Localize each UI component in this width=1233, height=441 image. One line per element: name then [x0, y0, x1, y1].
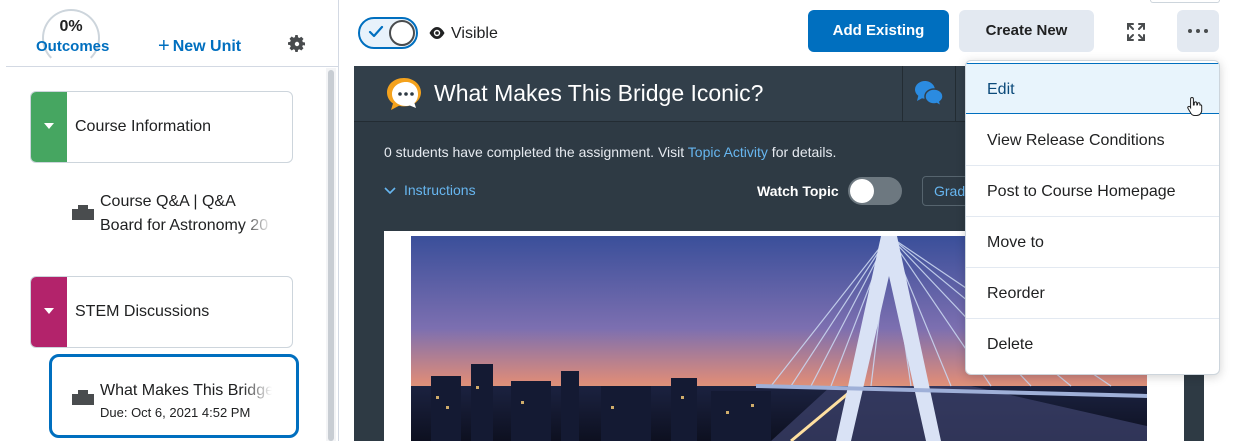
unit-stem-discussions[interactable]: STEM Discussions [30, 276, 293, 348]
text-fade [242, 379, 272, 403]
sidebar-divider [338, 0, 339, 441]
completion-text: 0 students have completed the assignment… [384, 144, 688, 160]
sidebar-header-divider [6, 66, 338, 67]
more-options-icon [1188, 29, 1208, 33]
menu-item-view-release-conditions[interactable]: View Release Conditions [966, 115, 1219, 166]
create-new-button[interactable]: Create New [959, 10, 1094, 52]
sidebar-scrollbar-thumb[interactable] [328, 70, 334, 441]
unit-label: STEM Discussions [75, 303, 210, 320]
menu-item-reorder[interactable]: Reorder [966, 268, 1219, 319]
topic-what-makes-this-bridge[interactable]: What Makes This Bridge Due: Oct 6, 2021 … [50, 379, 300, 422]
unit-course-information[interactable]: Course Information [30, 91, 293, 163]
menu-item-move-to[interactable]: Move to [966, 217, 1219, 268]
chevron-down-icon [384, 187, 396, 195]
menu-anchor-edge [1150, 0, 1220, 3]
visibility-label: Visible [451, 25, 498, 42]
chat-bubbles-icon[interactable] [914, 79, 944, 107]
instructions-toggle[interactable]: Instructions [384, 182, 476, 198]
caret-down-icon[interactable] [44, 308, 54, 314]
fullscreen-icon[interactable] [1126, 22, 1146, 42]
caret-down-icon[interactable] [44, 123, 54, 129]
topic-due-date: Due: Oct 6, 2021 4:52 PM [100, 405, 251, 420]
more-options-menu: Edit View Release Conditions Post to Cou… [965, 60, 1220, 375]
toggle-knob [850, 179, 874, 203]
toggle-knob [389, 20, 415, 46]
unit-color-stripe [31, 277, 67, 347]
unit-color-stripe [31, 92, 67, 162]
watch-topic-label: Watch Topic [757, 183, 839, 199]
menu-item-post-to-course-homepage[interactable]: Post to Course Homepage [966, 166, 1219, 217]
new-unit-button[interactable]: + New Unit [158, 34, 241, 57]
topic-title-line1: Course Q&A | Q&A [100, 193, 236, 210]
add-existing-button[interactable]: Add Existing [808, 10, 949, 52]
unit-label: Course Information [75, 118, 212, 135]
discussion-icon [72, 205, 94, 220]
instructions-label: Instructions [404, 182, 476, 198]
discussion-bubble-icon [387, 78, 421, 110]
topic-title: What Makes This Bridge Iconic? [434, 80, 764, 106]
new-unit-label: New Unit [172, 38, 242, 55]
checkmark-icon [368, 25, 384, 38]
hand-cursor-icon [1187, 96, 1203, 116]
menu-item-edit[interactable]: Edit [966, 63, 1219, 114]
gear-icon[interactable] [287, 34, 307, 54]
menu-item-delete[interactable]: Delete [966, 319, 1219, 370]
eye-icon [429, 27, 445, 39]
header-separator [902, 66, 903, 122]
course-builder-sidebar: 0% Outcomes + New Unit Course Information… [0, 0, 338, 441]
header-separator [955, 66, 956, 122]
topic-course-qa[interactable]: Course Q&A | Q&A Board for Astronomy 20 [50, 190, 300, 240]
topic-activity-link[interactable]: Topic Activity [688, 144, 768, 160]
text-fade [242, 214, 272, 238]
plus-icon: + [158, 35, 170, 57]
outcomes-link[interactable]: Outcomes [36, 38, 109, 55]
watch-topic-toggle[interactable] [848, 177, 902, 205]
completion-suffix: for details. [767, 144, 837, 160]
outcomes-percent: 0% [59, 18, 83, 35]
more-options-button[interactable] [1177, 10, 1219, 52]
discussion-icon [72, 390, 94, 405]
completion-info: 0 students have completed the assignment… [384, 144, 836, 160]
visibility-toggle[interactable] [358, 17, 418, 49]
